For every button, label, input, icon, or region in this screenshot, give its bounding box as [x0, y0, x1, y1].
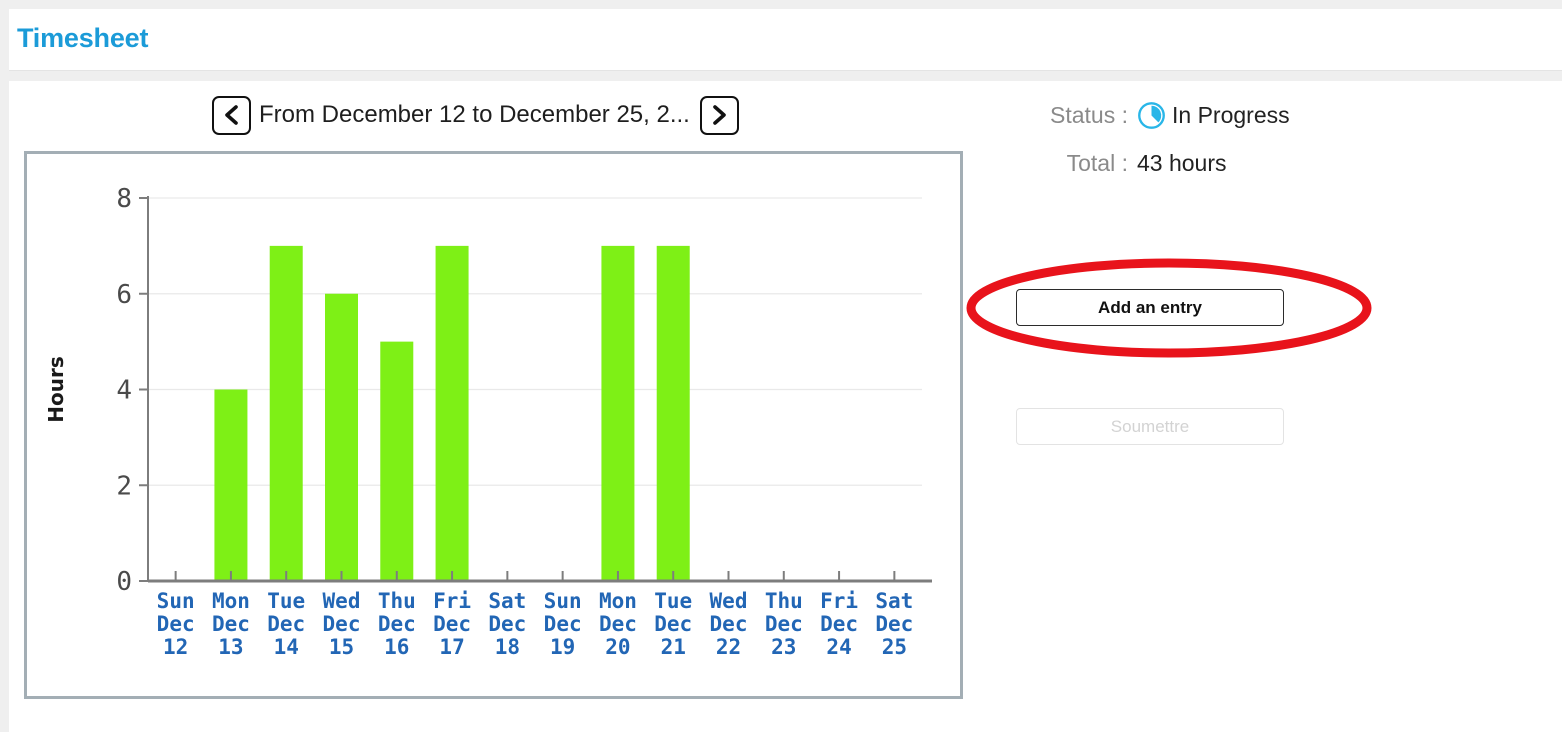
x-axis-tick-label[interactable]: MonDec20: [599, 589, 637, 659]
x-axis-tick-line: Sat: [875, 589, 913, 613]
y-axis-tick-label: 6: [116, 280, 132, 310]
chart-bar[interactable]: [214, 389, 248, 582]
chart-bar[interactable]: [656, 245, 690, 581]
page-header: Timesheet: [9, 9, 1562, 71]
x-axis-tick-line: Dec: [875, 612, 913, 636]
x-axis-tick-line: Dec: [378, 612, 416, 636]
x-axis-tick-line: Dec: [212, 612, 250, 636]
x-axis-tick-label[interactable]: TueDec21: [654, 589, 692, 659]
x-axis-tick-line: Dec: [544, 612, 582, 636]
x-axis-tick-label[interactable]: ThuDec23: [765, 589, 803, 659]
x-axis-tick-line: Fri: [433, 589, 471, 613]
x-axis-tick-line: Sun: [544, 589, 582, 613]
x-axis-tick-line: 15: [329, 635, 354, 659]
x-axis-tick-line: Dec: [488, 612, 526, 636]
x-axis-tick-line: Sun: [157, 589, 195, 613]
clock-in-progress-icon: [1137, 101, 1166, 130]
x-axis-tick-label[interactable]: TueDec14: [267, 589, 305, 659]
x-axis-tick-label[interactable]: WedDec15: [323, 589, 361, 659]
x-axis-tick-label[interactable]: WedDec22: [710, 589, 748, 659]
period-navigator: From December 12 to December 25, 2...: [212, 94, 739, 136]
x-axis-tick-line: 19: [550, 635, 575, 659]
header-separator-band: [9, 71, 1562, 81]
x-axis-tick-line: Thu: [765, 589, 803, 613]
chart-bar[interactable]: [380, 341, 414, 581]
y-axis-tick-label: 4: [116, 376, 132, 406]
x-axis-tick-line: 20: [605, 635, 630, 659]
status-label: Status :: [1050, 101, 1128, 128]
x-axis-tick-line: Dec: [820, 612, 858, 636]
x-axis-tick-label[interactable]: MonDec13: [212, 589, 250, 659]
chart-bar[interactable]: [601, 245, 635, 581]
next-period-button[interactable]: [699, 95, 739, 135]
total-value: 43 hours: [1137, 149, 1227, 176]
chevron-left-icon: [222, 104, 242, 126]
y-axis-tick-label: 0: [116, 567, 132, 597]
x-axis-tick-line: Thu: [378, 589, 416, 613]
x-axis-tick-line: 22: [716, 635, 741, 659]
status-value: In Progress: [1172, 101, 1290, 128]
x-axis-tick-line: Dec: [765, 612, 803, 636]
x-axis-tick-label[interactable]: SatDec18: [488, 589, 526, 659]
x-axis-tick-label[interactable]: SatDec25: [875, 589, 913, 659]
x-axis-tick-line: Dec: [710, 612, 748, 636]
x-axis-tick-line: Tue: [654, 589, 692, 613]
x-axis-tick-line: 25: [882, 635, 907, 659]
x-axis-tick-label[interactable]: ThuDec16: [378, 589, 416, 659]
x-axis-tick-line: Sat: [488, 589, 526, 613]
x-axis-tick-line: 16: [384, 635, 409, 659]
x-axis-tick-line: 18: [495, 635, 520, 659]
x-axis-tick-line: Mon: [599, 589, 637, 613]
chart-bar[interactable]: [435, 245, 469, 581]
x-axis-tick-line: Wed: [710, 589, 748, 613]
x-axis-tick-line: 17: [439, 635, 464, 659]
previous-period-button[interactable]: [212, 95, 251, 135]
x-axis-tick-label[interactable]: SunDec12: [157, 589, 195, 659]
total-label: Total :: [1066, 149, 1128, 176]
x-axis-tick-line: Mon: [212, 589, 250, 613]
y-axis-title: Hours: [44, 356, 68, 422]
x-axis-tick-line: 23: [771, 635, 796, 659]
x-axis-tick-line: 12: [163, 635, 188, 659]
x-axis-tick-line: Tue: [267, 589, 305, 613]
y-axis-tick-label: 2: [116, 471, 132, 501]
x-axis-tick-line: 24: [826, 635, 851, 659]
total-row: Total : 43 hours: [1020, 144, 1420, 182]
chart-bar[interactable]: [269, 245, 303, 581]
x-axis-tick-line: 13: [218, 635, 243, 659]
x-axis-tick-line: Wed: [323, 589, 361, 613]
period-range-label: From December 12 to December 25, 2...: [259, 101, 690, 128]
chart-bar[interactable]: [325, 293, 358, 581]
status-value-group: In Progress: [1137, 101, 1290, 130]
left-chrome-strip: [0, 0, 9, 732]
status-row: Status : In Progress: [1020, 96, 1420, 134]
x-axis-tick-label[interactable]: FriDec24: [820, 589, 858, 659]
top-chrome-strip: [0, 0, 1562, 9]
x-axis-tick-line: 21: [661, 635, 686, 659]
x-axis-tick-line: Dec: [433, 612, 471, 636]
submit-button: Soumettre: [1016, 408, 1284, 445]
x-axis-tick-line: Dec: [323, 612, 361, 636]
chevron-right-icon: [709, 104, 729, 126]
timesheet-chart-card: 0 2 4 6 8 Hours Sun Dec 12 Mon Dec 13 Tue Dec 14 Wed Dec…: [24, 151, 963, 699]
x-axis-tick-label[interactable]: FriDec17: [433, 589, 471, 659]
x-axis-tick-line: Dec: [157, 612, 195, 636]
x-axis-tick-line: Dec: [267, 612, 305, 636]
status-panel: Status : In Progress Total : 43 hours: [1020, 96, 1420, 182]
x-axis-tick-label[interactable]: SunDec19: [544, 589, 582, 659]
x-axis-tick-line: Fri: [820, 589, 858, 613]
add-an-entry-button[interactable]: Add an entry: [1016, 289, 1284, 326]
x-axis-tick-line: Dec: [654, 612, 692, 636]
page-title: Timesheet: [17, 23, 149, 53]
hours-bar-chart[interactable]: 02468HoursSunDec12MonDec13TueDec14WedDec…: [27, 154, 960, 696]
x-axis-tick-line: 14: [274, 635, 299, 659]
x-axis-tick-line: Dec: [599, 612, 637, 636]
y-axis-tick-label: 8: [116, 184, 132, 214]
